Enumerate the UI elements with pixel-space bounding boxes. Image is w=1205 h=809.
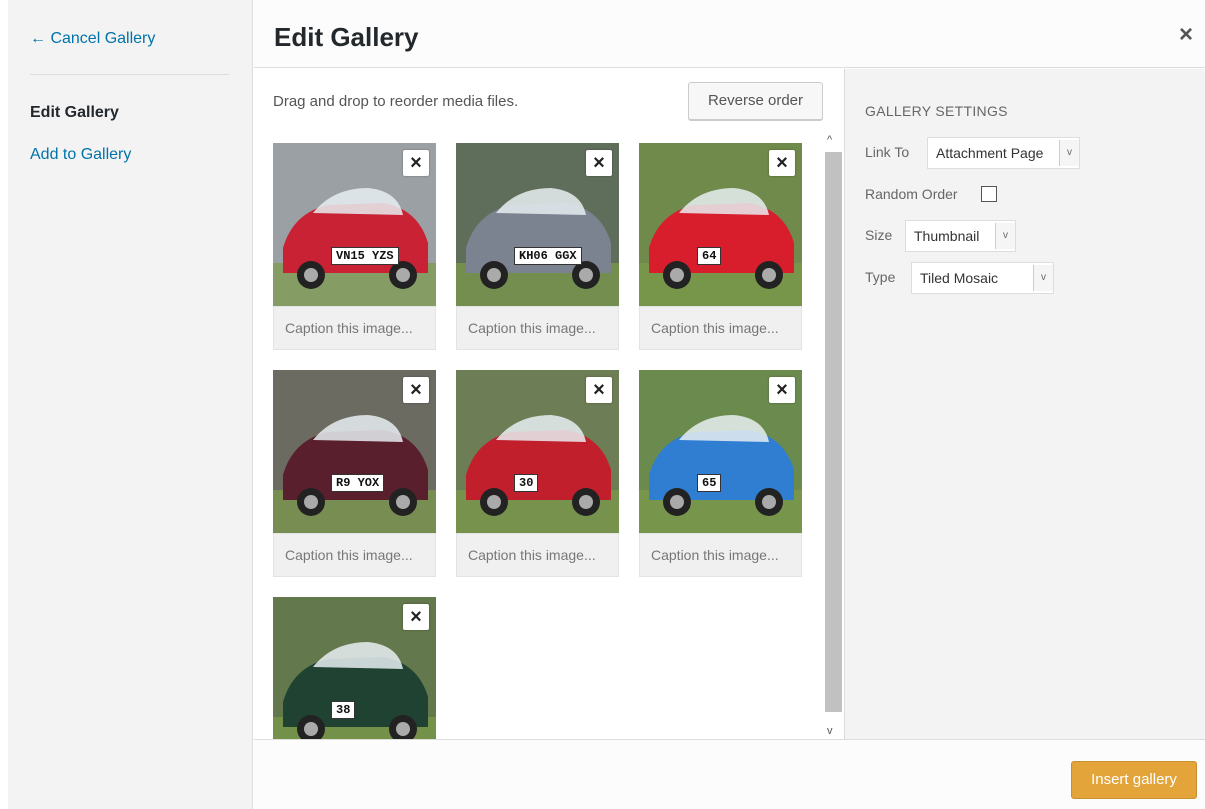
- remove-image-icon[interactable]: ×: [403, 604, 429, 630]
- size-label: Size: [865, 227, 893, 243]
- cancel-gallery-link[interactable]: ← Cancel Gallery: [30, 30, 155, 48]
- caption-input[interactable]: Caption this image...: [456, 306, 619, 350]
- car-plate: KH06 GGX: [514, 247, 582, 265]
- chevron-down-icon: v: [995, 223, 1015, 249]
- gallery-grid: VN15 YZS × Caption this image... KH06 GGX × C…: [273, 143, 821, 739]
- reverse-order-button[interactable]: Reverse order: [688, 82, 823, 120]
- gallery-tile[interactable]: R9 YOX × Caption this image...: [273, 370, 436, 577]
- remove-image-icon[interactable]: ×: [403, 377, 429, 403]
- gallery-tile[interactable]: 64 × Caption this image...: [639, 143, 802, 350]
- car-plate: VN15 YZS: [331, 247, 399, 265]
- caption-input[interactable]: Caption this image...: [639, 533, 802, 577]
- media-sidebar: ← Cancel Gallery Edit Gallery Add to Gal…: [8, 0, 253, 809]
- modal-footer: Insert gallery: [254, 739, 1205, 809]
- type-value: Tiled Mosaic: [920, 270, 999, 286]
- remove-image-icon[interactable]: ×: [586, 377, 612, 403]
- sidebar-item-add-to-gallery[interactable]: Add to Gallery: [30, 146, 131, 164]
- caption-input[interactable]: Caption this image...: [273, 306, 436, 350]
- size-select[interactable]: Thumbnail v: [905, 220, 1016, 252]
- gallery-tile[interactable]: 65 × Caption this image...: [639, 370, 802, 577]
- gallery-tile[interactable]: VN15 YZS × Caption this image...: [273, 143, 436, 350]
- car-plate: R9 YOX: [331, 474, 385, 492]
- caption-input[interactable]: Caption this image...: [639, 306, 802, 350]
- scroll-down-icon[interactable]: v: [827, 725, 833, 737]
- car-plate: 38: [331, 701, 356, 719]
- car-plate: 64: [697, 247, 722, 265]
- chevron-down-icon: v: [1059, 140, 1079, 166]
- reorder-instructions: Drag and drop to reorder media files.: [273, 93, 519, 110]
- modal-header: Edit Gallery ×: [254, 0, 1205, 68]
- type-label: Type: [865, 269, 896, 285]
- type-select[interactable]: Tiled Mosaic v: [911, 262, 1054, 294]
- scroll-up-icon[interactable]: ^: [827, 134, 832, 146]
- link-to-label: Link To: [865, 144, 910, 160]
- insert-gallery-button[interactable]: Insert gallery: [1071, 761, 1197, 799]
- car-plate: 30: [514, 474, 539, 492]
- gallery-tile[interactable]: 38 ×: [273, 597, 436, 739]
- remove-image-icon[interactable]: ×: [769, 150, 795, 176]
- settings-heading: GALLERY SETTINGS: [865, 103, 1008, 119]
- gallery-tile[interactable]: KH06 GGX × Caption this image...: [456, 143, 619, 350]
- caption-input[interactable]: Caption this image...: [456, 533, 619, 577]
- remove-image-icon[interactable]: ×: [769, 377, 795, 403]
- gallery-tile[interactable]: 30 × Caption this image...: [456, 370, 619, 577]
- size-value: Thumbnail: [914, 228, 980, 244]
- scrollbar[interactable]: ^ v: [823, 132, 843, 739]
- remove-image-icon[interactable]: ×: [403, 150, 429, 176]
- random-order-label: Random Order: [865, 186, 958, 202]
- link-to-value: Attachment Page: [936, 145, 1044, 161]
- gallery-content: Drag and drop to reorder media files. Re…: [254, 69, 844, 739]
- car-plate: 65: [697, 474, 722, 492]
- page-title: Edit Gallery: [274, 22, 419, 52]
- sidebar-item-edit-gallery[interactable]: Edit Gallery: [30, 104, 119, 122]
- sidebar-divider: [30, 74, 229, 75]
- gallery-settings-panel: GALLERY SETTINGS Link To Attachment Page…: [844, 69, 1205, 739]
- close-icon[interactable]: ×: [1175, 23, 1197, 47]
- chevron-down-icon: v: [1033, 265, 1053, 291]
- link-to-select[interactable]: Attachment Page v: [927, 137, 1080, 169]
- caption-input[interactable]: Caption this image...: [273, 533, 436, 577]
- random-order-checkbox[interactable]: [981, 186, 997, 202]
- scrollbar-thumb[interactable]: [825, 152, 842, 712]
- remove-image-icon[interactable]: ×: [586, 150, 612, 176]
